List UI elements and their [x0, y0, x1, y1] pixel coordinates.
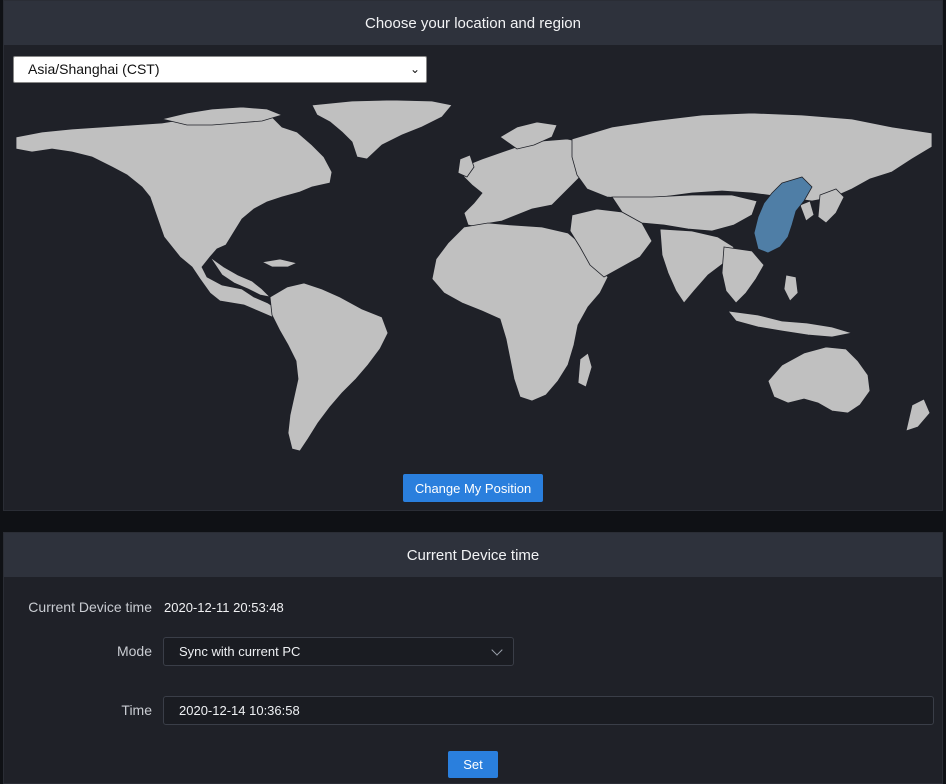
- mode-select[interactable]: Sync with current PC: [163, 637, 514, 666]
- mode-select-value: Sync with current PC: [179, 644, 301, 659]
- location-panel-title: Choose your location and region: [4, 1, 942, 45]
- world-map[interactable]: [12, 97, 938, 457]
- change-position-button[interactable]: Change My Position: [403, 474, 543, 502]
- time-input-value: 2020-12-14 10:36:58: [179, 703, 300, 718]
- map-region-north-america: [15, 114, 333, 318]
- map-region-south-america: [269, 282, 389, 452]
- mode-label: Mode: [116, 643, 152, 659]
- device-time-label: Current Device time: [28, 599, 152, 615]
- map-region-madagascar: [577, 352, 593, 388]
- timezone-select-value: Asia/Shanghai (CST): [28, 61, 160, 77]
- set-button[interactable]: Set: [448, 751, 498, 778]
- map-region-greenland: [311, 99, 453, 160]
- map-region-caribbean: [260, 258, 299, 268]
- timezone-select[interactable]: Asia/Shanghai (CST) ⌄: [13, 56, 427, 83]
- map-region-southeast-asia: [721, 246, 765, 304]
- location-panel: Choose your location and region Asia/Sha…: [3, 0, 943, 511]
- device-time-panel-title: Current Device time: [4, 533, 942, 577]
- device-time-panel: Current Device time Current Device time …: [3, 532, 943, 784]
- map-region-new-zealand: [905, 398, 931, 432]
- map-region-philippines: [783, 274, 799, 302]
- device-time-value: 2020-12-11 20:53:48: [164, 600, 284, 615]
- map-region-indonesia: [727, 310, 853, 338]
- chevron-down-icon: ⌄: [409, 62, 420, 76]
- time-label: Time: [121, 702, 152, 718]
- chevron-down-icon: [491, 644, 503, 656]
- time-input[interactable]: 2020-12-14 10:36:58: [163, 696, 934, 725]
- map-region-australia: [767, 346, 871, 414]
- map-region-russia: [571, 112, 933, 202]
